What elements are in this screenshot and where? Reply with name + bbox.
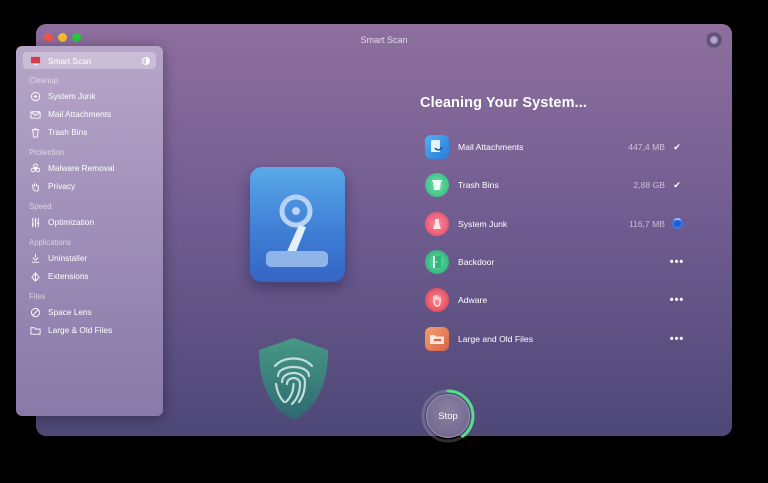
- sidebar-item-label: Privacy: [48, 181, 76, 191]
- system-junk-icon: [29, 90, 41, 102]
- large-old-files-icon: [425, 326, 449, 351]
- sidebar: Smart Scan Cleanup System Junk Mail Atta…: [16, 46, 163, 416]
- sidebar-item-extensions[interactable]: Extensions: [23, 267, 156, 285]
- task-name: System Junk: [458, 218, 508, 229]
- system-junk-icon: [425, 211, 449, 236]
- task-name: Trash Bins: [458, 180, 499, 191]
- trash-icon: [29, 126, 41, 138]
- task-name: Large and Old Files: [458, 333, 533, 344]
- page-heading: Cleaning Your System...: [420, 95, 587, 111]
- task-size: 2,88 GB: [633, 180, 665, 191]
- sidebar-item-label: System Junk: [48, 91, 96, 101]
- uninstaller-icon: [29, 252, 41, 264]
- envelope-icon: [29, 108, 41, 120]
- assistant-button[interactable]: [706, 32, 722, 48]
- sidebar-item-label: Extensions: [48, 271, 89, 281]
- sidebar-item-privacy[interactable]: Privacy: [23, 177, 156, 195]
- sidebar-item-label: Trash Bins: [48, 127, 88, 137]
- stop-button[interactable]: Stop: [426, 394, 470, 438]
- list-item: Mail Attachments 447,4 MB ✔: [425, 128, 690, 166]
- loading-spinner-icon: [670, 217, 684, 231]
- mail-attachments-icon: [425, 135, 449, 160]
- sidebar-item-optimization[interactable]: Optimization: [23, 213, 156, 231]
- hard-drive-illustration: [250, 167, 345, 282]
- monitor-icon: [29, 55, 41, 67]
- sidebar-item-label: Uninstaller: [48, 253, 88, 263]
- task-name: Mail Attachments: [458, 142, 524, 153]
- sidebar-item-large-old-files[interactable]: Large & Old Files: [23, 321, 156, 339]
- trash-icon: [425, 173, 449, 198]
- sidebar-item-label: Smart Scan: [48, 55, 92, 66]
- sidebar-item-label: Space Lens: [48, 307, 92, 317]
- list-item: Adware •••: [425, 281, 690, 319]
- more-icon: •••: [669, 294, 685, 307]
- sidebar-item-uninstaller[interactable]: Uninstaller: [23, 249, 156, 267]
- sidebar-section-applications: Applications: [29, 237, 72, 247]
- sidebar-item-label: Large & Old Files: [48, 325, 113, 335]
- hand-icon: [29, 180, 41, 192]
- sliders-icon: [29, 216, 41, 228]
- folder-icon: [29, 324, 41, 336]
- sidebar-item-malware-removal[interactable]: Malware Removal: [23, 159, 156, 177]
- sidebar-item-label: Optimization: [48, 217, 95, 227]
- sidebar-item-space-lens[interactable]: Space Lens: [23, 303, 156, 321]
- sidebar-section-speed: Speed: [29, 201, 52, 211]
- task-name: Backdoor: [458, 257, 495, 268]
- window-title: Smart Scan: [360, 35, 408, 45]
- task-size: 116,7 MB: [628, 218, 665, 229]
- list-item: Large and Old Files •••: [425, 319, 690, 357]
- more-icon: •••: [669, 332, 685, 345]
- fingerprint-shield-illustration: [259, 338, 328, 420]
- biohazard-icon: [29, 162, 41, 174]
- more-icon: •••: [669, 256, 685, 269]
- backdoor-icon: [425, 250, 449, 275]
- check-icon: ✔: [673, 141, 681, 152]
- list-item: Trash Bins 2,88 GB ✔: [425, 166, 690, 204]
- task-size: 447,4 MB: [628, 142, 665, 153]
- sidebar-item-mail-attachments[interactable]: Mail Attachments: [23, 105, 156, 123]
- sidebar-item-smart-scan[interactable]: Smart Scan: [23, 52, 156, 69]
- stop-button-wrapper: Stop: [420, 388, 476, 444]
- list-item: System Junk 116,7 MB: [425, 205, 690, 243]
- cleanup-task-list: Mail Attachments 447,4 MB ✔ Trash Bins 2…: [425, 128, 690, 358]
- sidebar-item-system-junk[interactable]: System Junk: [23, 87, 156, 105]
- adware-icon: [425, 288, 449, 313]
- sidebar-section-files: Files: [29, 291, 46, 301]
- sidebar-item-label: Mail Attachments: [48, 109, 112, 119]
- lens-icon: [29, 306, 41, 318]
- extensions-icon: [29, 270, 41, 282]
- hard-drive-icon: [266, 194, 328, 267]
- scan-progress-icon: [142, 56, 150, 65]
- sidebar-item-trash-bins[interactable]: Trash Bins: [23, 123, 156, 141]
- check-icon: ✔: [673, 179, 681, 190]
- sidebar-section-cleanup: Cleanup: [29, 75, 59, 85]
- list-item: Backdoor •••: [425, 243, 690, 281]
- task-name: Adware: [458, 295, 488, 306]
- sidebar-section-protection: Protection: [29, 147, 65, 157]
- sidebar-item-label: Malware Removal: [48, 163, 115, 173]
